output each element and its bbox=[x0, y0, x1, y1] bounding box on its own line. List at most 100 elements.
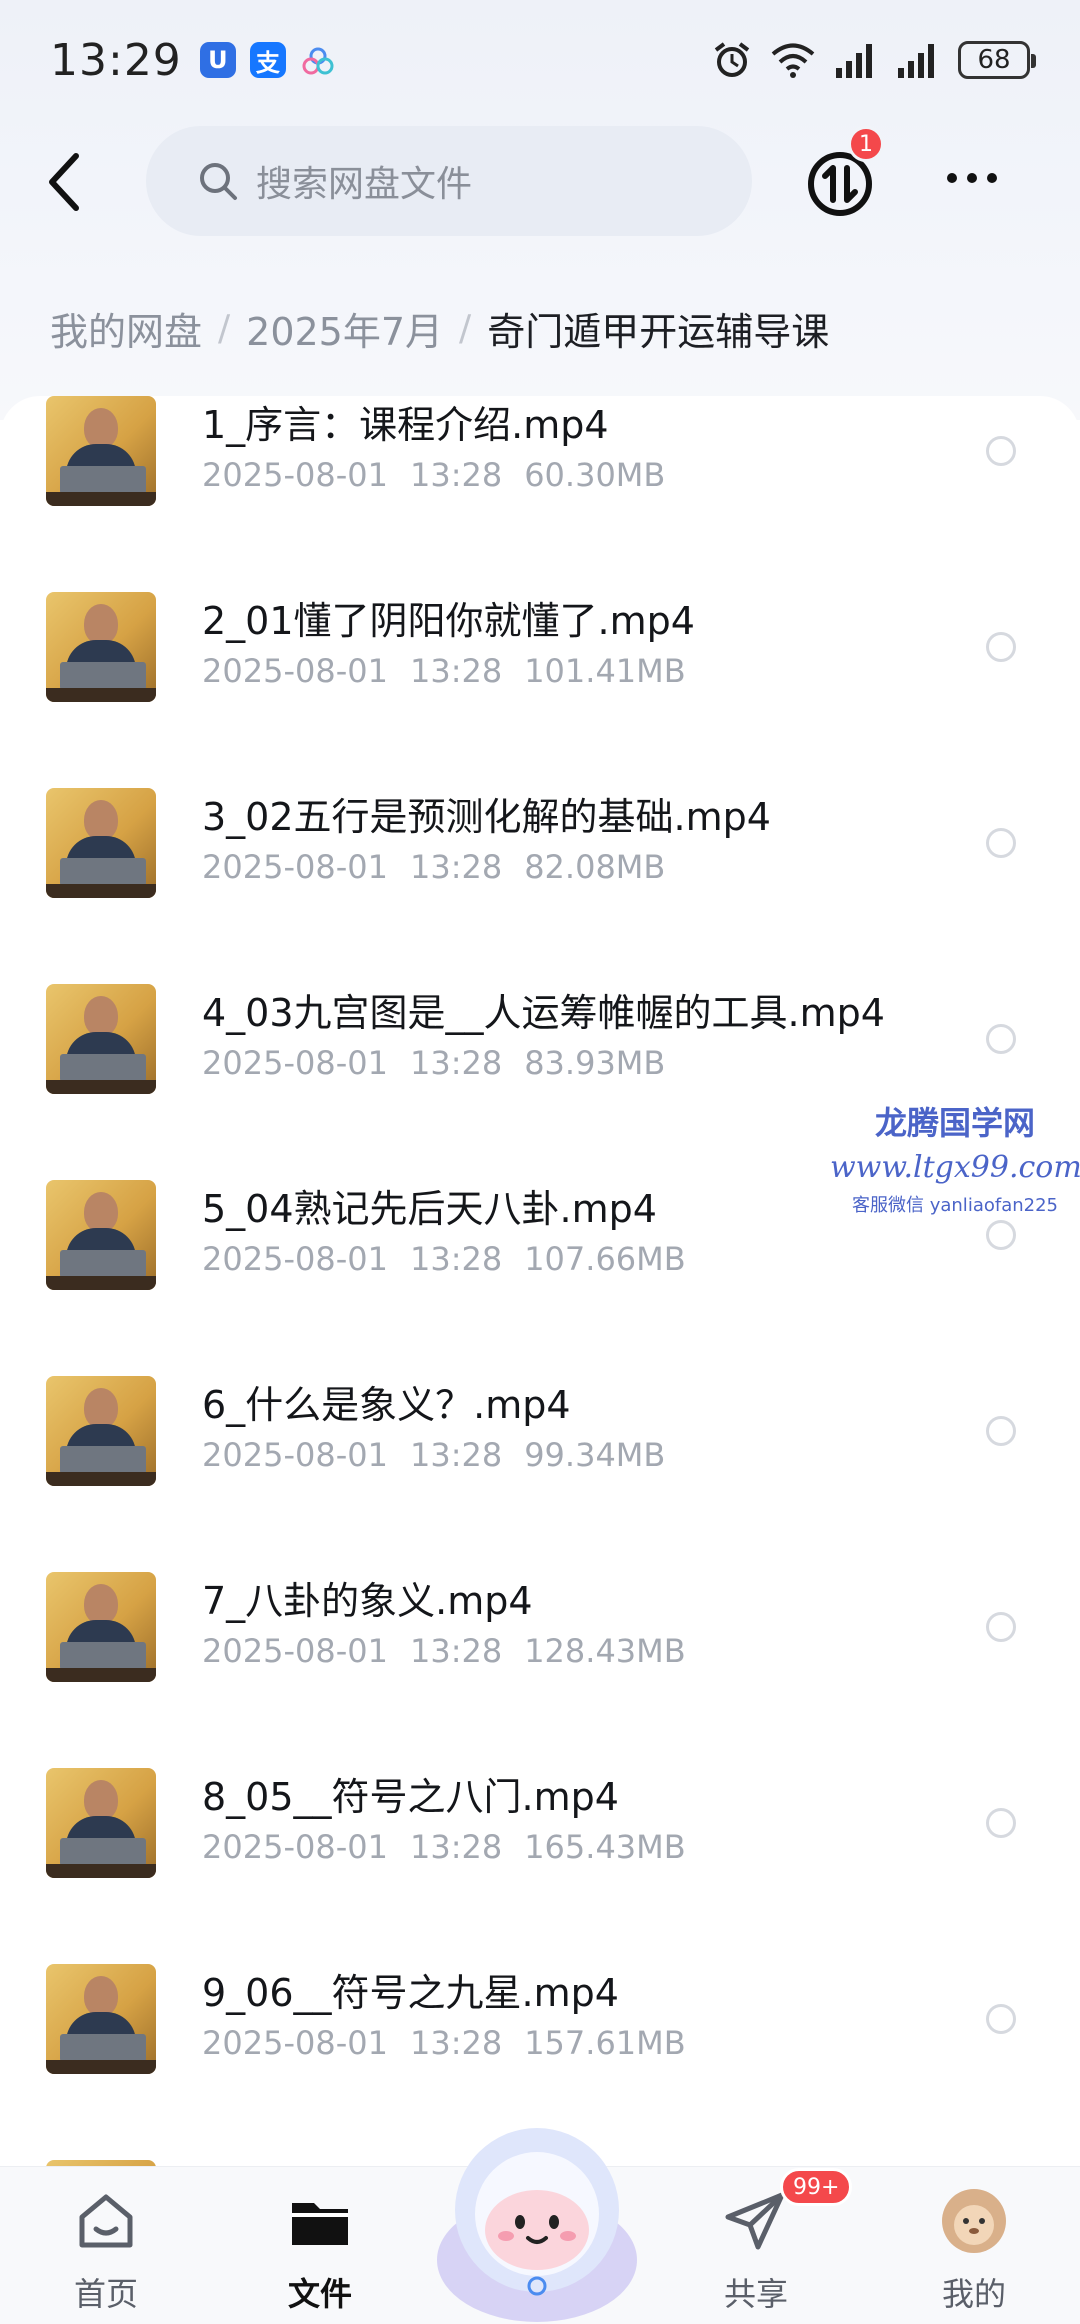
search-icon bbox=[200, 163, 237, 200]
video-thumbnail bbox=[46, 396, 156, 506]
file-meta: 2025-08-01 13:28 82.08MB bbox=[202, 848, 687, 886]
breadcrumb-separator: / bbox=[218, 307, 231, 349]
video-thumbnail bbox=[46, 1964, 156, 2074]
breadcrumb-separator: / bbox=[459, 307, 472, 349]
nav-files-label: 文件 bbox=[287, 2275, 352, 2313]
file-meta: 2025-08-01 13:28 83.93MB bbox=[202, 1044, 687, 1082]
file-date: 2025-08-01 bbox=[202, 848, 388, 886]
file-size: 101.41MB bbox=[524, 652, 686, 690]
file-row[interactable]: 6_什么是象义？.mp4 2025-08-01 13:28 99.34MB bbox=[0, 1276, 1080, 1486]
video-thumbnail bbox=[46, 1768, 156, 1878]
nav-mine[interactable]: 我的 bbox=[914, 2187, 1034, 2315]
search-input[interactable]: 搜索网盘文件 bbox=[146, 126, 752, 236]
file-name: 5_04熟记先后天八卦.mp4 bbox=[202, 1187, 657, 1231]
video-thumbnail bbox=[46, 984, 156, 1094]
cloud-app-icon bbox=[302, 47, 334, 75]
paper-plane-icon bbox=[725, 2192, 785, 2250]
alarm-icon bbox=[714, 42, 750, 77]
home-icon bbox=[79, 2194, 133, 2248]
file-date: 2025-08-01 bbox=[202, 652, 388, 690]
transfer-badge: 1 bbox=[848, 126, 884, 162]
breadcrumb-current: 奇门遁甲开运辅导课 bbox=[487, 309, 830, 354]
file-list: 1_序言：课程介绍.mp4 2025-08-01 13:28 60.30MB 2_01懂… bbox=[0, 396, 1080, 2176]
file-name: 3_02五行是预测化解的基础.mp4 bbox=[202, 795, 771, 839]
file-date: 2025-08-01 bbox=[202, 456, 388, 494]
file-name: 2_01懂了阴阳你就懂了.mp4 bbox=[202, 599, 695, 643]
select-radio[interactable] bbox=[986, 828, 1016, 858]
signal-icon-2 bbox=[898, 44, 934, 78]
folder-icon bbox=[292, 2203, 348, 2245]
status-time: 13:29 bbox=[50, 34, 182, 86]
wifi-icon bbox=[771, 43, 815, 78]
nav-share[interactable]: 共享 bbox=[696, 2187, 816, 2315]
file-row[interactable]: 7_八卦的象义.mp4 2025-08-01 13:28 128.43MB bbox=[0, 1472, 1080, 1682]
file-row[interactable]: 9_06__符号之九星.mp4 2025-08-01 13:28 157.61MB bbox=[0, 1864, 1080, 2074]
file-time: 13:28 bbox=[409, 1632, 503, 1670]
file-name: 1_序言：课程介绍.mp4 bbox=[202, 403, 609, 447]
file-name: 4_03九宫图是__人运筹帷幄的工具.mp4 bbox=[202, 991, 885, 1035]
file-time: 13:28 bbox=[409, 456, 503, 494]
file-size: 99.34MB bbox=[524, 1436, 666, 1474]
watermark-url: www.ltgx99.com bbox=[830, 1150, 1080, 1185]
back-icon[interactable] bbox=[36, 150, 96, 214]
header: 搜索网盘文件 1 bbox=[0, 120, 1080, 244]
search-placeholder: 搜索网盘文件 bbox=[256, 164, 473, 205]
nav-files[interactable]: 文件 bbox=[260, 2187, 380, 2315]
video-thumbnail bbox=[46, 1572, 156, 1682]
avatar bbox=[942, 2189, 1006, 2253]
select-radio[interactable] bbox=[986, 1220, 1016, 1250]
file-time: 13:28 bbox=[409, 1044, 503, 1082]
file-size: 82.08MB bbox=[524, 848, 666, 886]
select-radio[interactable] bbox=[986, 1808, 1016, 1838]
select-radio[interactable] bbox=[986, 1024, 1016, 1054]
share-badge: 99+ bbox=[780, 2168, 853, 2206]
file-date: 2025-08-01 bbox=[202, 1240, 388, 1278]
watermark-contact: 客服微信 yanliaofan225 bbox=[852, 1195, 1058, 1216]
file-row[interactable]: 2_01懂了阴阳你就懂了.mp4 2025-08-01 13:28 101.41MB bbox=[0, 492, 1080, 702]
select-radio[interactable] bbox=[986, 1416, 1016, 1446]
alipay-app-icon: 支 bbox=[249, 42, 286, 78]
select-radio[interactable] bbox=[986, 1612, 1016, 1642]
nav-home[interactable]: 首页 bbox=[46, 2187, 166, 2315]
nav-mine-label: 我的 bbox=[941, 2275, 1006, 2313]
file-name: 6_什么是象义？.mp4 bbox=[202, 1383, 571, 1427]
video-thumbnail bbox=[46, 1180, 156, 1290]
file-size: 165.43MB bbox=[524, 1828, 686, 1866]
more-icon[interactable] bbox=[944, 166, 1000, 190]
select-radio[interactable] bbox=[986, 632, 1016, 662]
file-date: 2025-08-01 bbox=[202, 1436, 388, 1474]
file-row[interactable]: 3_02五行是预测化解的基础.mp4 2025-08-01 13:28 82.08MB bbox=[0, 688, 1080, 898]
watermark-title: 龙腾国学网 bbox=[874, 1104, 1035, 1142]
file-size: 157.61MB bbox=[524, 2024, 686, 2062]
breadcrumb: 我的网盘 / 2025年7月 / 奇门遁甲开运辅导课 bbox=[50, 300, 829, 356]
file-row[interactable]: 1_序言：课程介绍.mp4 2025-08-01 13:28 60.30MB bbox=[0, 396, 1080, 506]
file-date: 2025-08-01 bbox=[202, 1828, 388, 1866]
file-row[interactable]: 8_05__符号之八门.mp4 2025-08-01 13:28 165.43MB bbox=[0, 1668, 1080, 1878]
file-meta: 2025-08-01 13:28 101.41MB bbox=[202, 652, 708, 690]
video-thumbnail bbox=[46, 592, 156, 702]
file-date: 2025-08-01 bbox=[202, 1632, 388, 1670]
file-time: 13:28 bbox=[409, 1240, 503, 1278]
file-meta: 2025-08-01 13:28 99.34MB bbox=[202, 1436, 687, 1474]
file-time: 13:28 bbox=[409, 1436, 503, 1474]
breadcrumb-month[interactable]: 2025年7月 bbox=[246, 301, 443, 356]
breadcrumb-root[interactable]: 我的网盘 bbox=[50, 301, 202, 356]
file-size: 60.30MB bbox=[524, 456, 666, 494]
file-meta: 2025-08-01 13:28 60.30MB bbox=[202, 456, 687, 494]
file-meta: 2025-08-01 13:28 157.61MB bbox=[202, 2024, 708, 2062]
shield-app-icon: U bbox=[199, 42, 236, 78]
nav-home-label: 首页 bbox=[73, 2275, 138, 2313]
file-name: 7_八卦的象义.mp4 bbox=[202, 1579, 533, 1623]
file-name: 9_06__符号之九星.mp4 bbox=[202, 1971, 619, 2015]
video-thumbnail bbox=[46, 788, 156, 898]
file-date: 2025-08-01 bbox=[202, 2024, 388, 2062]
file-meta: 2025-08-01 13:28 107.66MB bbox=[202, 1240, 708, 1278]
watermark: 龙腾国学网 www.ltgx99.com 客服微信 yanliaofan225 bbox=[830, 1098, 1080, 1217]
file-row[interactable]: 4_03九宫图是__人运筹帷幄的工具.mp4 2025-08-01 13:28 83.… bbox=[0, 884, 1080, 1094]
file-time: 13:28 bbox=[409, 2024, 503, 2062]
select-radio[interactable] bbox=[986, 436, 1016, 466]
mascot-ai-button[interactable] bbox=[432, 2110, 642, 2324]
select-radio[interactable] bbox=[986, 2004, 1016, 2034]
file-time: 13:28 bbox=[409, 1828, 503, 1866]
status-bar: 13:29 U 支 68 bbox=[0, 0, 1080, 120]
